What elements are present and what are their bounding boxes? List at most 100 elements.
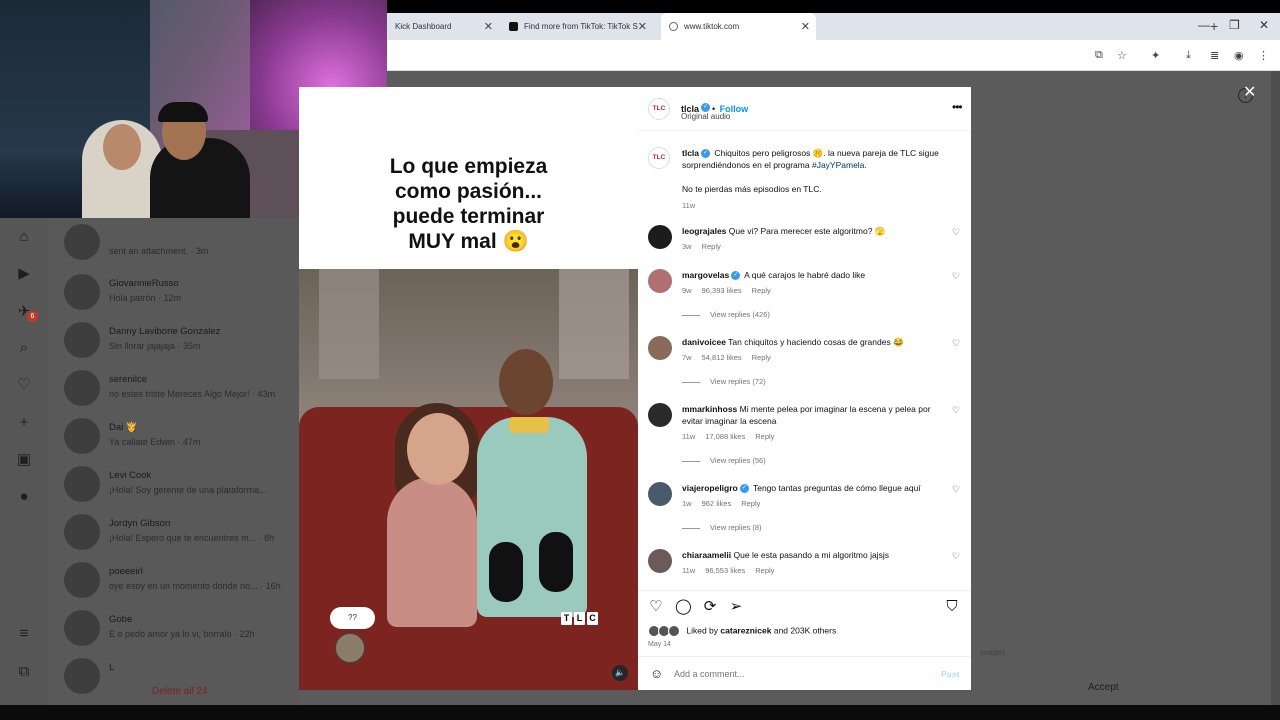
dm-item[interactable]: Jordyn Gibson ¡Hola! Espero que te encue… (48, 508, 299, 556)
close-modal-icon[interactable]: ✕ (1243, 82, 1256, 102)
post-comment-button[interactable]: Post (941, 669, 959, 679)
dm-item[interactable]: poeeeirl oye esoy en un momento donde no… (48, 556, 299, 604)
post-video[interactable]: Lo que empieza como pasión... puede term… (299, 87, 638, 690)
more-options-icon[interactable]: ••• (952, 100, 963, 114)
avatar (64, 514, 100, 550)
time: 3w (682, 242, 692, 251)
notifications-icon[interactable]: ♡ (16, 377, 32, 393)
window-close-button[interactable]: ✕ (1259, 18, 1269, 32)
liked-by[interactable]: Liked by catareznicek and 203K others (648, 625, 836, 637)
dm-item[interactable]: Dai 👸 Ya callate Edwin · 47m (48, 412, 299, 460)
video-caption-line: MUY mal 😮 (408, 230, 529, 253)
author-name[interactable]: tlcla (682, 148, 699, 158)
like-comment-icon[interactable]: ♡ (952, 227, 960, 238)
maximize-button[interactable]: ❐ (1229, 18, 1240, 32)
dashboard-icon[interactable]: ▣ (16, 452, 32, 468)
close-icon[interactable]: ✕ (484, 20, 493, 33)
comment-input[interactable] (674, 666, 924, 682)
reply-button[interactable]: Reply (702, 242, 721, 251)
like-count[interactable]: 54,812 likes (702, 353, 742, 362)
author-avatar[interactable]: TLC (648, 147, 670, 169)
avatar[interactable] (648, 482, 672, 506)
minimize-button[interactable]: — (1198, 18, 1210, 32)
delete-all-button[interactable]: Delete all 24 (152, 686, 208, 697)
author-avatar[interactable]: TLC (648, 98, 670, 120)
comment-user[interactable]: chiaraamelii (682, 550, 731, 560)
like-count[interactable]: 96,553 likes (705, 566, 745, 575)
install-app-icon[interactable]: ⧉ (1095, 49, 1103, 62)
like-count[interactable]: 17,088 likes (705, 432, 745, 441)
browser-menu-icon[interactable]: ⋮ (1258, 49, 1269, 62)
like-comment-icon[interactable]: ♡ (952, 484, 960, 495)
profile-icon[interactable]: ● (16, 489, 32, 505)
bookmark-star-icon[interactable]: ☆ (1117, 49, 1127, 62)
avatar[interactable] (648, 336, 672, 360)
avatar (668, 625, 680, 637)
comment-user[interactable]: danivoicee (682, 337, 726, 347)
avatar[interactable] (648, 549, 672, 573)
replies-line (682, 381, 700, 383)
dm-item[interactable]: sent an attachment. · 3m (48, 218, 299, 266)
tab-kick-dashboard[interactable]: Kick Dashboard ✕ (387, 13, 499, 40)
page-scrollbar[interactable] (1271, 71, 1280, 705)
reply-button[interactable]: Reply (755, 432, 774, 441)
avatar[interactable] (648, 269, 672, 293)
new-tab-button[interactable]: + (1210, 18, 1218, 34)
audio-label[interactable]: Original audio (681, 112, 730, 121)
dm-item[interactable]: Danny Laviborie Gonzalez Sin llorar jaja… (48, 316, 299, 364)
avatar[interactable] (648, 403, 672, 427)
close-icon[interactable]: ✕ (638, 20, 647, 33)
reply-button[interactable]: Reply (755, 566, 774, 575)
view-replies-button[interactable]: View replies (72) (682, 377, 766, 386)
repost-icon[interactable]: ⟳ (702, 599, 718, 615)
extensions-icon[interactable]: ✦ (1151, 49, 1160, 62)
comment-user[interactable]: margovelas (682, 270, 729, 280)
hashtag-link[interactable]: #JayYPamela (812, 160, 864, 170)
reply-button[interactable]: Reply (752, 286, 771, 295)
view-replies-button[interactable]: View replies (426) (682, 310, 770, 319)
media-control-icon[interactable]: ≣ (1210, 49, 1219, 62)
avatar[interactable] (648, 225, 672, 249)
tab-tiktok-find[interactable]: Find more from TikTok: TikTok S ✕ (501, 13, 653, 40)
dm-preview: ¡Hola! Soy gerente de una plataforma... (109, 485, 267, 495)
search-icon[interactable]: ⌕ (16, 340, 32, 356)
dm-preview: Sin llorar jajajaja · 35m (109, 341, 201, 351)
like-comment-icon[interactable]: ♡ (952, 271, 960, 282)
emoji-icon[interactable]: ☺ (650, 666, 663, 681)
tab-tiktok-www[interactable]: www.tiktok.com ✕ (661, 13, 816, 40)
mute-icon[interactable]: 🔈 (612, 665, 628, 681)
dm-item[interactable]: serenilce no estes triste Mereces Algo M… (48, 364, 299, 412)
close-icon[interactable]: ✕ (801, 20, 810, 33)
dm-preview: ¡Hola! Espero que te encuentres m... · 8… (109, 533, 275, 543)
like-icon[interactable]: ♡ (648, 599, 664, 615)
comment-icon[interactable]: ◯ (675, 599, 692, 615)
comment-user[interactable]: mmarkinhoss (682, 404, 737, 414)
apps-icon[interactable]: ⧉ (16, 664, 32, 680)
reply-button[interactable]: Reply (741, 499, 760, 508)
like-count[interactable]: 96,393 likes (702, 286, 742, 295)
comment-user[interactable]: viajeropeligro (682, 483, 738, 493)
dm-item[interactable]: Levi Cook ¡Hola! Soy gerente de una plat… (48, 460, 299, 508)
create-icon[interactable]: + (16, 415, 32, 431)
like-comment-icon[interactable]: ♡ (952, 551, 960, 562)
save-icon[interactable]: ⛉ (944, 599, 960, 615)
reply-button[interactable]: Reply (752, 353, 771, 362)
share-icon[interactable]: ➢ (728, 599, 744, 615)
menu-icon[interactable]: ≡ (16, 626, 32, 642)
dm-item[interactable]: GiovannieRusso Hola patrón · 12m (48, 268, 299, 316)
dm-item[interactable]: Gobe E o pedo amor ya lo vi, borralo · 2… (48, 604, 299, 652)
profile-icon[interactable]: ◉ (1234, 49, 1244, 62)
reels-icon[interactable]: ▶ (16, 266, 32, 282)
like-comment-icon[interactable]: ♡ (952, 405, 960, 416)
accept-button[interactable]: Accept (1088, 682, 1119, 693)
view-replies-button[interactable]: View replies (8) (682, 523, 762, 532)
like-comment-icon[interactable]: ♡ (952, 338, 960, 349)
like-count[interactable]: 962 likes (702, 499, 732, 508)
comment-meta: 11w 17,088 likes Reply (682, 432, 784, 441)
download-icon[interactable]: ⤓ (1186, 49, 1191, 62)
home-icon[interactable]: ⌂ (16, 229, 32, 245)
view-replies-button[interactable]: View replies (56) (682, 456, 766, 465)
liked-by-user[interactable]: catareznicek (720, 625, 771, 635)
comment-user[interactable]: leograjales (682, 226, 726, 236)
comments-list[interactable]: TLC tlcla ✓ Chiquitos pero peligrosos 🤫. … (638, 130, 971, 590)
